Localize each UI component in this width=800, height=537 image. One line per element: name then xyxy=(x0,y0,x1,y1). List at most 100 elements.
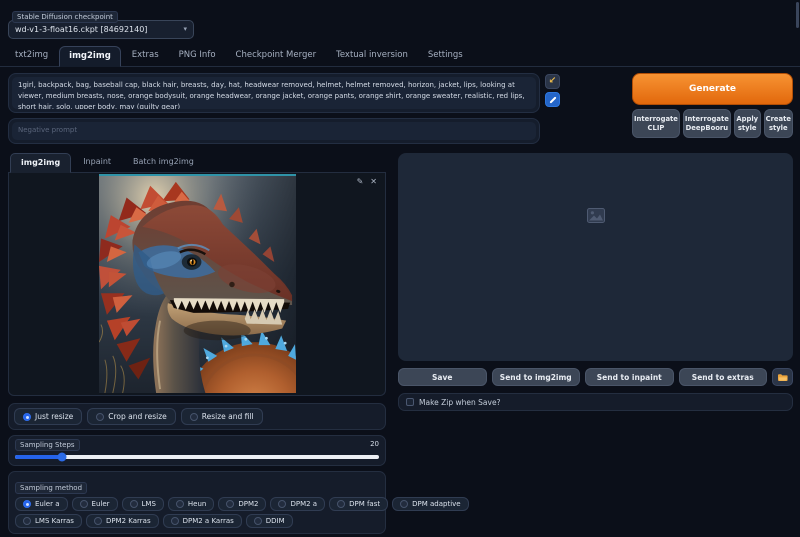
resize-mode-group: Just resize Crop and resize Resize and fil… xyxy=(8,403,386,430)
radio-label: DPM2 a Karras xyxy=(183,517,234,525)
radio-icon xyxy=(278,500,286,508)
tab-extras[interactable]: Extras xyxy=(123,46,168,66)
generate-button[interactable]: Generate xyxy=(632,73,793,105)
resize-option-resize-and-fill[interactable]: Resize and fill xyxy=(181,408,263,425)
dinosaur-source-image[interactable] xyxy=(99,174,296,393)
sampler-dpm-fast[interactable]: DPM fast xyxy=(329,497,388,511)
radio-icon xyxy=(80,500,88,508)
tab-txt2img[interactable]: txt2img xyxy=(6,46,57,66)
radio-icon xyxy=(96,413,104,421)
work-row: img2imgInpaintBatch img2img ✎ ✕ xyxy=(8,153,793,537)
create-style-button[interactable]: Create style xyxy=(764,109,793,138)
checkpoint-value: wd-v1-3-float16.ckpt [84692140] xyxy=(15,25,147,34)
radio-icon xyxy=(23,517,31,525)
radio-icon xyxy=(190,413,198,421)
prompt-input[interactable]: 1girl, backpack, bag, baseball cap, blac… xyxy=(12,77,536,109)
paste-prompt-button[interactable]: ↙ xyxy=(545,74,560,89)
radio-icon xyxy=(176,500,184,508)
slider-value: 20 xyxy=(370,440,379,448)
radio-label: Euler xyxy=(92,500,110,508)
send-to-inpaint-button[interactable]: Send to inpaint xyxy=(585,368,674,386)
radio-icon xyxy=(337,500,345,508)
radio-icon xyxy=(254,517,262,525)
radio-label: Resize and fill xyxy=(202,412,254,421)
sampling-method-row-1: Euler aEulerLMSHeunDPM2DPM2 aDPM fastDPM… xyxy=(15,497,379,511)
slider-track[interactable] xyxy=(15,455,379,459)
sampler-dpm2-a[interactable]: DPM2 a xyxy=(270,497,325,511)
negative-prompt-input[interactable]: Negative prompt xyxy=(12,122,536,140)
radio-icon xyxy=(23,500,31,508)
prompt-box: 1girl, backpack, bag, baseball cap, blac… xyxy=(8,73,540,113)
img2img-settings-column: img2imgInpaintBatch img2img ✎ ✕ xyxy=(8,153,386,537)
brush-icon xyxy=(549,96,556,103)
radio-label: DPM adaptive xyxy=(412,500,460,508)
style-buttons-row: Interrogate CLIPInterrogate DeepBooruApp… xyxy=(632,109,793,138)
radio-label: Just resize xyxy=(35,412,73,421)
img2img-tab-img2img[interactable]: img2img xyxy=(10,153,71,173)
radio-label: DDIM xyxy=(266,517,285,525)
sampler-lms[interactable]: LMS xyxy=(122,497,164,511)
radio-label: LMS xyxy=(142,500,156,508)
tab-settings[interactable]: Settings xyxy=(419,46,472,66)
sampler-euler-a[interactable]: Euler a xyxy=(15,497,68,511)
interrogate-deepbooru-button[interactable]: Interrogate DeepBooru xyxy=(683,109,731,138)
sampler-ddim[interactable]: DDIM xyxy=(246,514,293,528)
radio-label: DPM2 xyxy=(238,500,258,508)
slider-thumb[interactable] xyxy=(58,452,67,461)
img2img-tab-inpaint[interactable]: Inpaint xyxy=(73,153,121,172)
save-button[interactable]: Save xyxy=(398,368,487,386)
radio-icon xyxy=(23,413,31,421)
img2img-tab-batch-img2img[interactable]: Batch img2img xyxy=(123,153,204,172)
radio-icon xyxy=(400,500,408,508)
tab-png-info[interactable]: PNG Info xyxy=(170,46,225,66)
sampler-dpm2[interactable]: DPM2 xyxy=(218,497,266,511)
open-folder-button[interactable] xyxy=(772,368,793,386)
sampling-method-label: Sampling method xyxy=(15,482,87,494)
tab-textual-inversion[interactable]: Textual inversion xyxy=(327,46,417,66)
apply-style-button[interactable]: Apply style xyxy=(734,109,761,138)
style-edit-button[interactable] xyxy=(545,92,560,107)
slider-label: Sampling Steps xyxy=(15,439,80,451)
arrow-down-left-icon: ↙ xyxy=(549,77,557,86)
radio-icon xyxy=(94,517,102,525)
close-icon[interactable]: ✕ xyxy=(370,178,377,186)
chevron-down-icon: ▾ xyxy=(183,26,187,33)
output-column: Save Send to img2imgSend to inpaint Send t… xyxy=(398,153,793,411)
img2img-tabnav: img2imgInpaintBatch img2img xyxy=(8,153,386,173)
send-to-img2img-button[interactable]: Send to img2img xyxy=(492,368,581,386)
sampler-euler[interactable]: Euler xyxy=(72,497,118,511)
scrollbar-thumb[interactable] xyxy=(796,2,799,28)
make-zip-checkbox[interactable] xyxy=(406,398,414,406)
sampler-lms-karras[interactable]: LMS Karras xyxy=(15,514,82,528)
sampling-method-row-2: LMS Karras DPM2 Karras DPM2 a Karras DDIM xyxy=(15,514,379,528)
radio-label: DPM2 a xyxy=(290,500,317,508)
image-tools: ✎ ✕ xyxy=(357,178,377,186)
tab-checkpoint-merger[interactable]: Checkpoint Merger xyxy=(227,46,326,66)
sampling-method-group: Sampling method Euler a Euler LMS Heun DPM2 D… xyxy=(8,471,386,534)
radio-label: Euler a xyxy=(35,500,60,508)
dinosaur-illustration xyxy=(99,176,296,393)
output-gallery[interactable] xyxy=(398,153,793,361)
actions-column: Generate Interrogate CLIPInterrogate Dee… xyxy=(632,73,793,138)
radio-icon xyxy=(171,517,179,525)
tab-img2img[interactable]: img2img xyxy=(59,46,121,67)
interrogate-clip-button[interactable]: Interrogate CLIP xyxy=(632,109,680,138)
resize-option-just-resize[interactable]: Just resize xyxy=(14,408,82,425)
sampling-steps-slider: Sampling Steps 20 xyxy=(8,435,386,466)
source-image-panel: ✎ ✕ xyxy=(8,173,386,396)
sampler-dpm-adaptive[interactable]: DPM adaptive xyxy=(392,497,468,511)
radio-label: DPM fast xyxy=(349,500,380,508)
slider-fill xyxy=(15,455,62,459)
send-to-extras-button[interactable]: Send to extras xyxy=(679,368,768,386)
resize-option-crop-and-resize[interactable]: Crop and resize xyxy=(87,408,175,425)
main-tabnav: txt2imgimg2imgExtrasPNG InfoCheckpoint M… xyxy=(0,46,800,67)
make-zip-label: Make Zip when Save? xyxy=(419,398,501,407)
radio-label: LMS Karras xyxy=(35,517,74,525)
sampler-dpm2-karras[interactable]: DPM2 Karras xyxy=(86,514,159,528)
sampler-dpm2-a-karras[interactable]: DPM2 a Karras xyxy=(163,514,242,528)
zip-option-panel: Make Zip when Save? xyxy=(398,393,793,411)
negative-prompt-box: Negative prompt xyxy=(8,118,540,144)
edit-pencil-icon[interactable]: ✎ xyxy=(357,178,364,186)
sampler-heun[interactable]: Heun xyxy=(168,497,214,511)
radio-label: Heun xyxy=(188,500,206,508)
